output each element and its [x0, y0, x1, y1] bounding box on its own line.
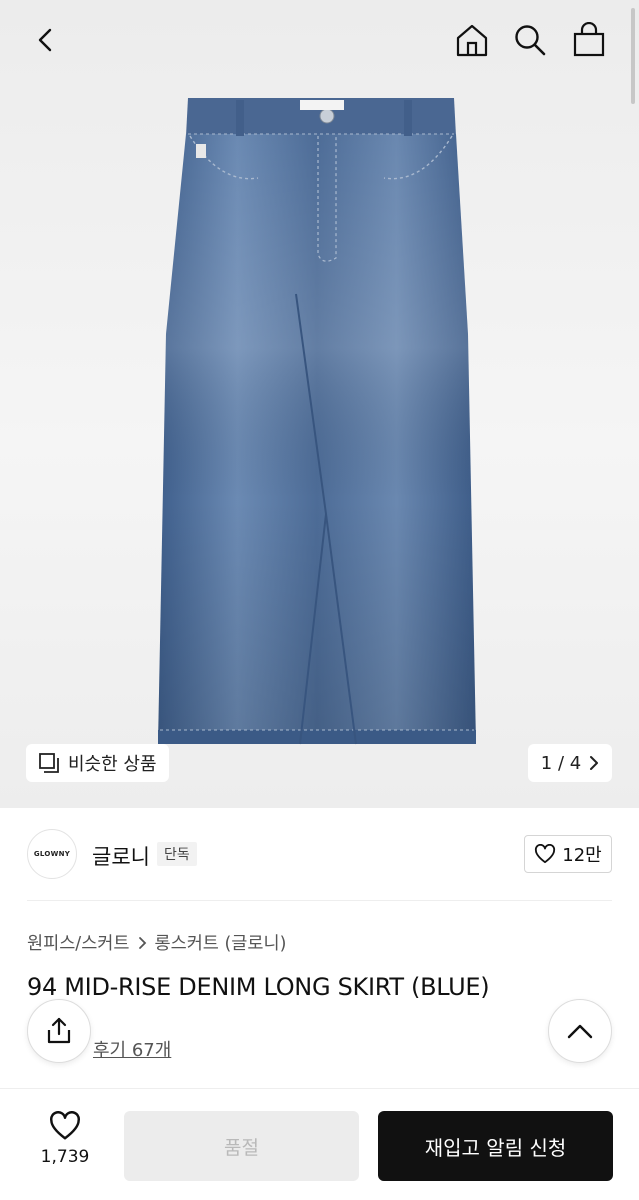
product-title: 94 MID-RISE DENIM LONG SKIRT (BLUE)	[27, 973, 490, 1001]
divider	[27, 900, 612, 901]
similar-icon	[39, 753, 59, 773]
bottom-action-bar: 1,739 품절 재입고 알림 신청	[0, 1088, 639, 1200]
restock-alert-button[interactable]: 재입고 알림 신청	[378, 1111, 613, 1181]
brand-logo[interactable]: GLOWNY	[27, 829, 77, 879]
back-button[interactable]	[24, 18, 68, 62]
chevron-up-icon	[567, 1024, 593, 1039]
wishlist-count: 1,739	[40, 1147, 90, 1167]
brand-like-count: 12만	[562, 845, 602, 866]
share-icon	[47, 1017, 71, 1044]
similar-products-label: 비슷한 상품	[68, 754, 157, 775]
heart-icon	[50, 1111, 80, 1140]
brand-logo-text: GLOWNY	[33, 850, 71, 858]
breadcrumb-category[interactable]: 원피스/스커트	[27, 930, 130, 955]
bag-icon	[573, 22, 605, 57]
chevron-right-icon	[590, 756, 599, 770]
brand-name[interactable]: 글로니	[92, 841, 150, 871]
chevron-right-icon	[138, 936, 146, 949]
shopping-bag-button[interactable]	[567, 18, 611, 62]
product-image	[150, 94, 490, 760]
home-icon	[456, 24, 488, 57]
heart-icon	[535, 844, 556, 864]
top-navigation-bar	[0, 0, 639, 80]
exclusive-badge: 단독	[157, 842, 197, 866]
product-image-gallery[interactable]: 비슷한 상품 1 / 4	[0, 0, 639, 808]
image-page-indicator[interactable]: 1 / 4	[528, 744, 612, 782]
soldout-button: 품절	[124, 1111, 359, 1181]
scroll-to-top-button[interactable]	[548, 999, 612, 1063]
home-button[interactable]	[450, 18, 494, 62]
share-button[interactable]	[27, 999, 91, 1063]
breadcrumb-subcategory[interactable]: 롱스커트 (글로니)	[155, 930, 287, 955]
search-icon	[515, 25, 546, 56]
search-button[interactable]	[508, 18, 552, 62]
page-indicator-text: 1 / 4	[540, 752, 582, 774]
similar-products-button[interactable]: 비슷한 상품	[26, 744, 169, 782]
back-icon	[38, 28, 52, 52]
breadcrumb: 원피스/스커트 롱스커트 (글로니)	[27, 930, 286, 955]
wishlist-button[interactable]: 1,739	[27, 1111, 103, 1167]
brand-row: GLOWNY 글로니 단독 12만	[0, 808, 639, 900]
brand-like-button[interactable]: 12만	[524, 835, 612, 873]
reviews-link[interactable]: 후기 67개	[93, 1036, 171, 1062]
